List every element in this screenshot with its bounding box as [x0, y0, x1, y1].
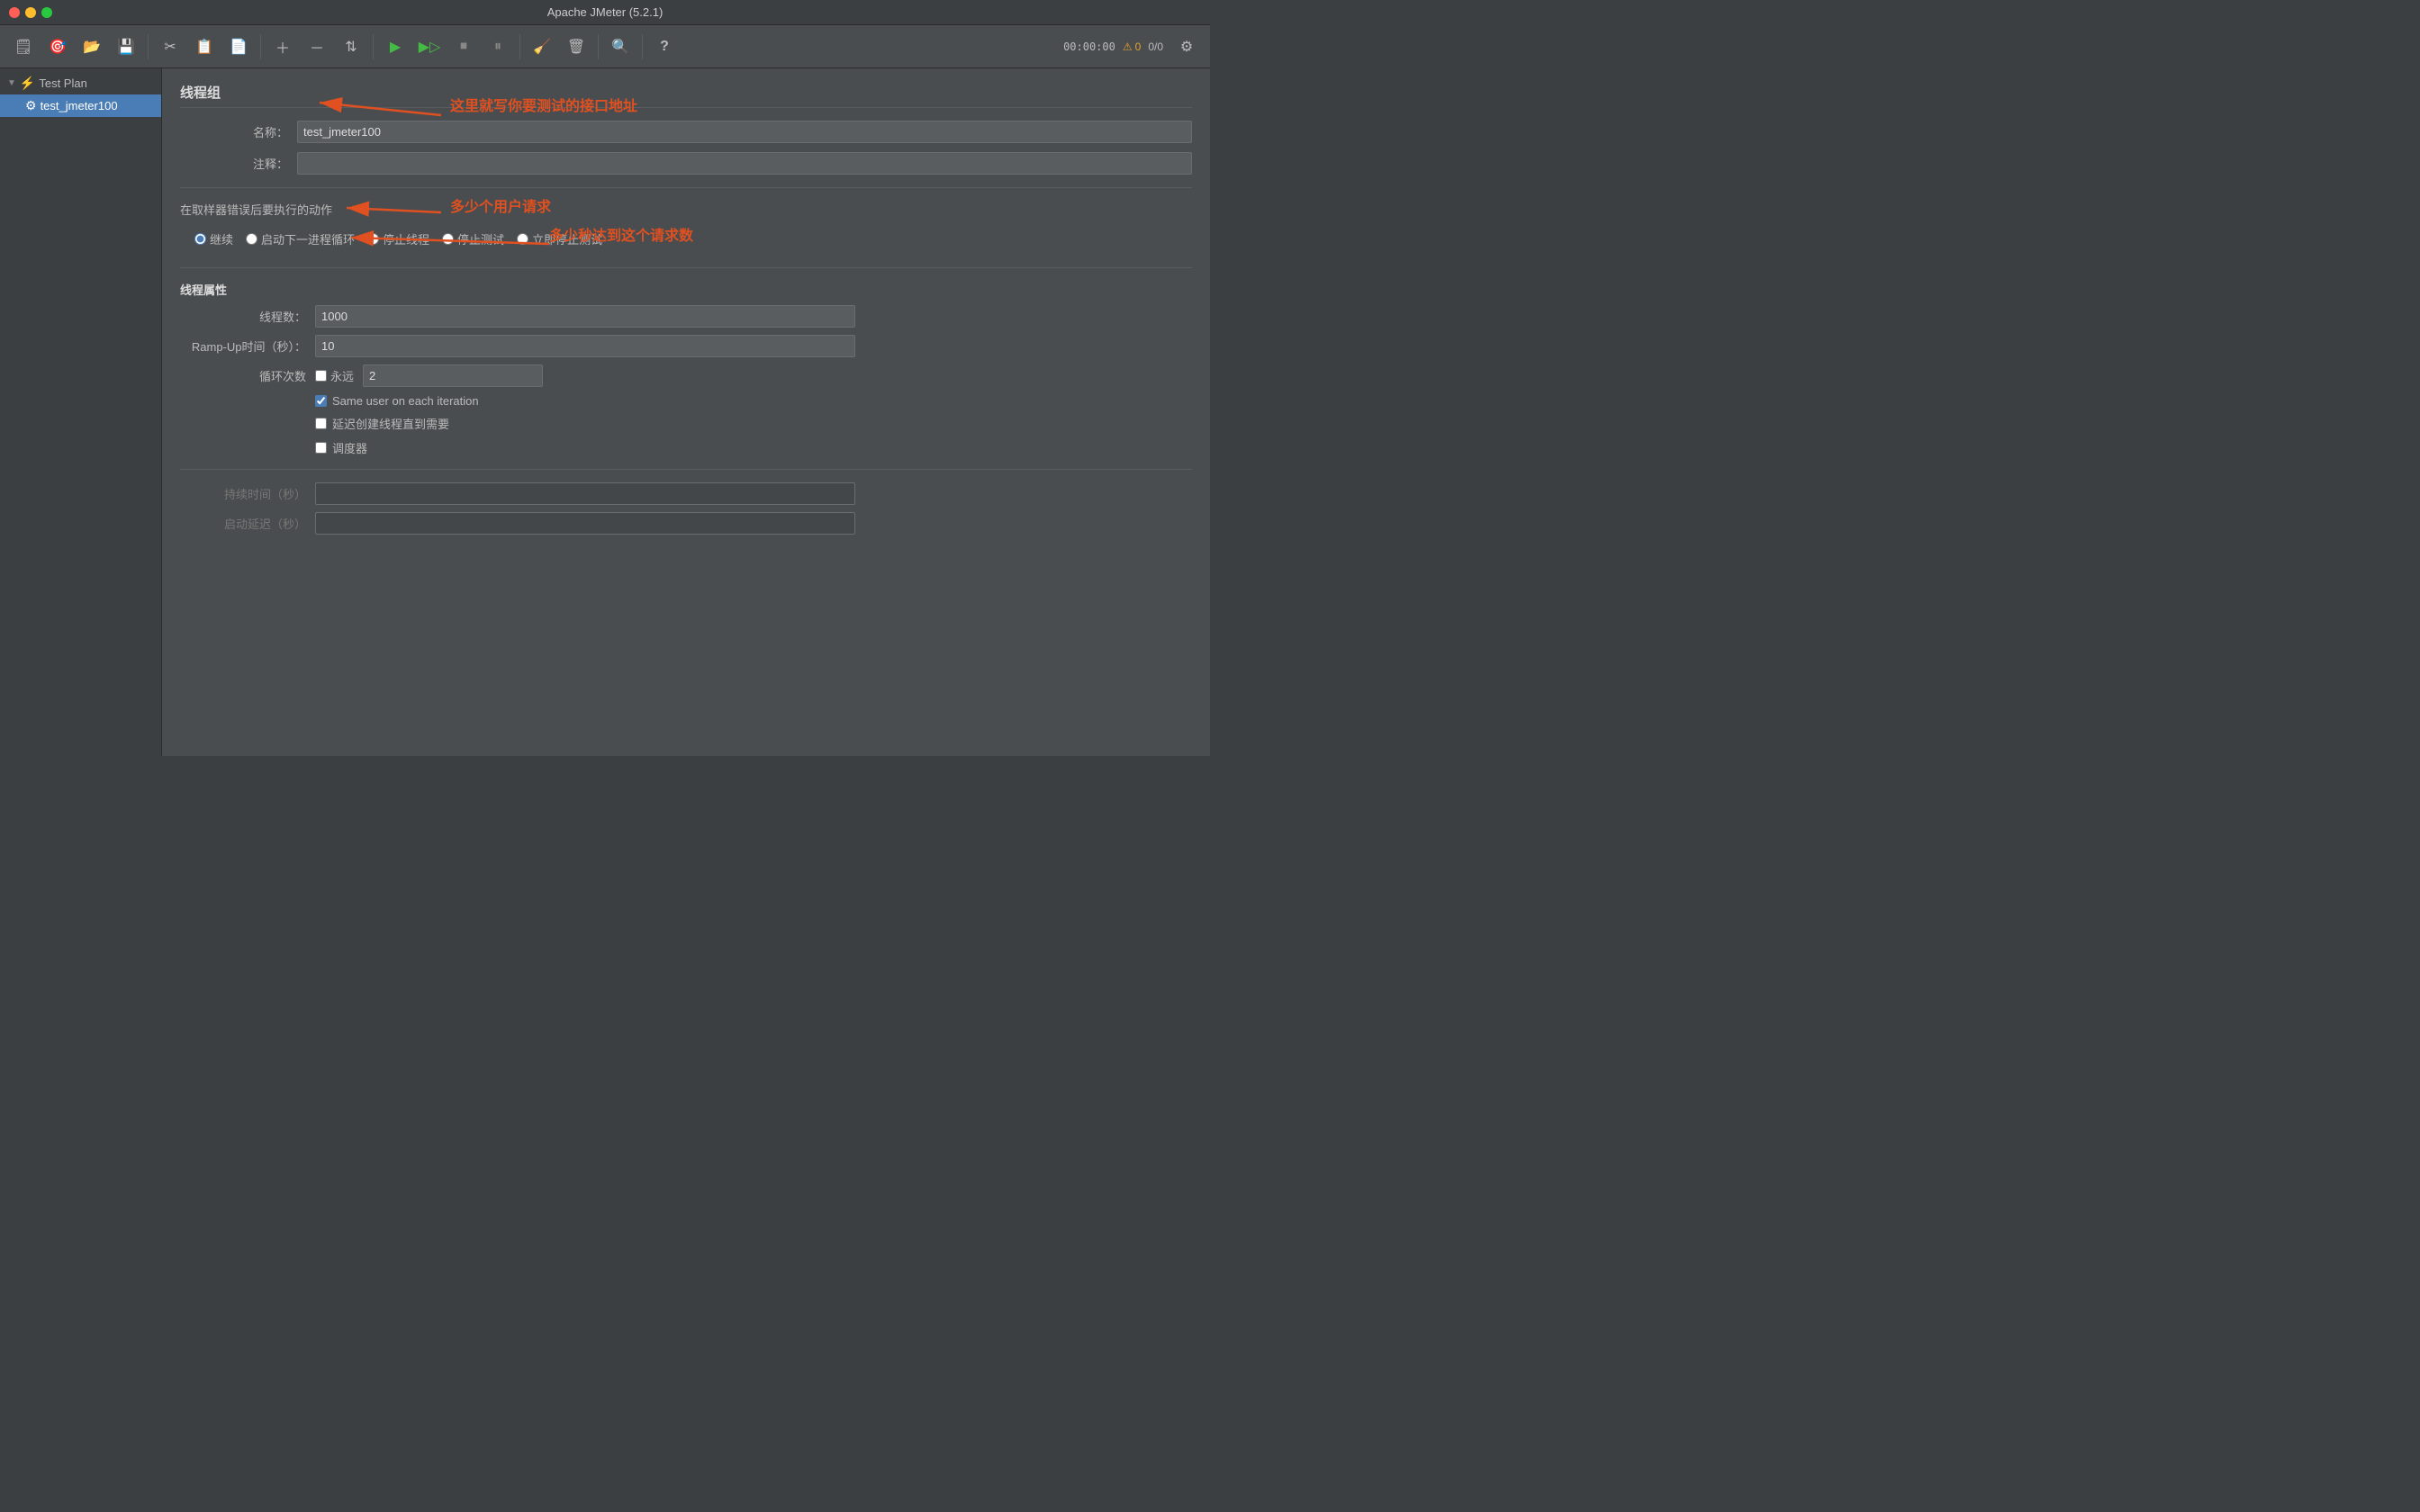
tree-arrow: ▼ — [7, 78, 16, 88]
radio-next-loop[interactable]: 启动下一进程循环 — [246, 230, 355, 248]
radio-stop-test-now-label: 立即停止测试 — [532, 230, 602, 248]
radio-stop-test-label: 停止测试 — [457, 230, 504, 248]
copy-btn[interactable]: 📋 — [188, 31, 221, 63]
comment-label: 注释： — [180, 155, 288, 172]
divider-1 — [180, 187, 1192, 188]
testplan-icon: ⚡ — [20, 76, 35, 91]
divider-3 — [180, 469, 1192, 470]
threads-input[interactable] — [315, 305, 855, 328]
collapse-btn[interactable]: － — [301, 31, 333, 63]
rampup-label: Ramp-Up时间（秒）： — [180, 338, 306, 355]
delay-create-checkbox[interactable] — [315, 418, 327, 429]
sidebar: ▼ ⚡ Test Plan ⚙ test_jmeter100 — [0, 68, 162, 756]
main-layout: ▼ ⚡ Test Plan ⚙ test_jmeter100 — [0, 68, 1210, 756]
radio-next-loop-label: 启动下一进程循环 — [261, 230, 355, 248]
name-label: 名称： — [180, 123, 288, 140]
radio-stop-test[interactable]: 停止测试 — [442, 230, 504, 248]
toggle-btn[interactable]: ⇅ — [335, 31, 367, 63]
loop-row: 循环次数 永远 — [180, 364, 1192, 387]
content-area: 这里就写你要测试的接口地址 多少个用户请求 多少秒达到这个请求数 线程组 名称：… — [162, 68, 1210, 756]
comment-row: 注释： — [180, 152, 1192, 175]
start-no-pause-btn[interactable]: ▶▷ — [413, 31, 446, 63]
forever-label: 永远 — [330, 367, 354, 384]
window-controls — [9, 7, 52, 18]
clear-btn[interactable]: 🧹 — [526, 31, 558, 63]
scheduler-label: 调度器 — [332, 439, 367, 456]
duration-input[interactable] — [315, 482, 855, 505]
section-title: 线程组 — [180, 83, 1192, 108]
divider-2 — [180, 267, 1192, 268]
radio-continue[interactable]: 继续 — [194, 230, 233, 248]
stop-btn[interactable]: ⏹ — [447, 31, 480, 63]
scheduler-checkbox[interactable] — [315, 442, 327, 454]
warning-count: 0 — [1135, 40, 1142, 53]
error-action-label: 在取样器错误后要执行的动作 — [180, 201, 1192, 218]
separator-4 — [519, 34, 520, 59]
timer-display: 00:00:00 — [1063, 40, 1115, 53]
save-btn[interactable]: 💾 — [110, 31, 142, 63]
main-toolbar: 🗒 🎯 📂 💾 ✂ 📋 📄 ＋ － ⇅ ▶ ▶▷ ⏹ ⏸ 🧹 🗑 🔍 ? 00:… — [0, 25, 1210, 68]
rampup-row: Ramp-Up时间（秒）： — [180, 335, 1192, 357]
same-user-label: Same user on each iteration — [332, 394, 479, 408]
name-row: 名称： — [180, 121, 1192, 143]
testplan-label: Test Plan — [39, 76, 86, 90]
error-count: 0/0 — [1148, 40, 1163, 53]
forever-checkbox[interactable]: 永远 — [315, 367, 354, 384]
duration-row: 持续时间（秒） — [180, 482, 1192, 505]
start-btn[interactable]: ▶ — [379, 31, 411, 63]
warning-indicator: ⚠ 0 — [1123, 40, 1141, 53]
delay-create-label: 延迟创建线程直到需要 — [332, 415, 449, 432]
warning-icon: ⚠ — [1123, 40, 1133, 53]
loop-input[interactable] — [363, 364, 543, 387]
radio-continue-label: 继续 — [210, 230, 233, 248]
separator-3 — [373, 34, 374, 59]
comment-input[interactable] — [297, 152, 1192, 175]
delay-create-row: 延迟创建线程直到需要 — [180, 415, 1192, 432]
sidebar-item-testplan[interactable]: ▼ ⚡ Test Plan — [0, 72, 161, 94]
startup-delay-row: 启动延迟（秒） — [180, 512, 1192, 535]
expand-btn[interactable]: ＋ — [266, 31, 299, 63]
close-button[interactable] — [9, 7, 20, 18]
help-btn[interactable]: ? — [648, 31, 681, 63]
threads-row: 线程数： — [180, 305, 1192, 328]
toolbar-right: 00:00:00 ⚠ 0 0/0 ⚙ — [1063, 31, 1203, 63]
same-user-checkbox[interactable] — [315, 395, 327, 407]
minimize-button[interactable] — [25, 7, 36, 18]
rampup-input[interactable] — [315, 335, 855, 357]
search-btn[interactable]: 🔍 — [604, 31, 637, 63]
loop-label: 循环次数 — [180, 367, 306, 384]
open-btn[interactable]: 📂 — [76, 31, 108, 63]
threads-label: 线程数： — [180, 308, 306, 325]
separator-5 — [598, 34, 599, 59]
radio-stop-thread-label: 停止线程 — [383, 230, 429, 248]
radio-stop-thread[interactable]: 停止线程 — [367, 230, 429, 248]
threadgroup-icon: ⚙ — [25, 98, 37, 113]
separator-1 — [148, 34, 149, 59]
forever-input[interactable] — [315, 370, 327, 382]
threadgroup-label: test_jmeter100 — [41, 99, 118, 112]
duration-label: 持续时间（秒） — [180, 485, 306, 502]
startup-delay-input[interactable] — [315, 512, 855, 535]
shutdown-btn[interactable]: ⏸ — [482, 31, 514, 63]
titlebar: Apache JMeter (5.2.1) — [0, 0, 1210, 25]
maximize-button[interactable] — [41, 7, 52, 18]
same-user-row: Same user on each iteration — [180, 394, 1192, 408]
window-title: Apache JMeter (5.2.1) — [547, 5, 664, 19]
sidebar-item-threadgroup[interactable]: ⚙ test_jmeter100 — [0, 94, 161, 117]
name-input[interactable] — [297, 121, 1192, 143]
startup-delay-label: 启动延迟（秒） — [180, 515, 306, 532]
separator-2 — [260, 34, 261, 59]
scheduler-row: 调度器 — [180, 439, 1192, 456]
templates-btn[interactable]: 🎯 — [41, 31, 74, 63]
error-action-radio-group: 继续 启动下一进程循环 停止线程 停止测试 立即停止测试 — [180, 223, 1192, 255]
properties-section-title: 线程属性 — [180, 281, 1192, 298]
paste-btn[interactable]: 📄 — [222, 31, 255, 63]
separator-6 — [642, 34, 643, 59]
settings-btn[interactable]: ⚙ — [1170, 31, 1203, 63]
cut-btn[interactable]: ✂ — [154, 31, 186, 63]
radio-stop-test-now[interactable]: 立即停止测试 — [517, 230, 602, 248]
clear-all-btn[interactable]: 🗑 — [560, 31, 592, 63]
new-btn[interactable]: 🗒 — [7, 31, 40, 63]
